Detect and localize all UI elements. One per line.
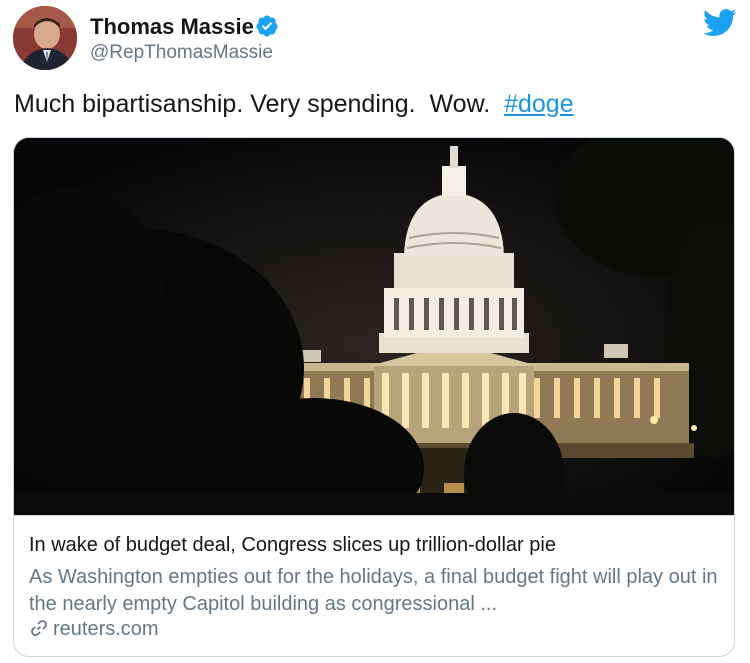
verified-badge-icon: [256, 15, 278, 37]
hashtag-link[interactable]: #doge: [504, 90, 574, 118]
tweet-text: Much bipartisanship. Very spending. Wow.…: [14, 90, 574, 119]
tweet-body: Much bipartisanship. Very spending. Wow.: [14, 90, 505, 118]
link-preview-card[interactable]: In wake of budget deal, Congress slices …: [13, 137, 735, 657]
card-source-domain: reuters.com: [53, 618, 159, 640]
us-capitol-at-night-image: [14, 138, 734, 515]
author-name[interactable]: Thomas Massie: [90, 14, 254, 40]
card-divider: [14, 515, 734, 516]
card-source[interactable]: reuters.com: [29, 618, 159, 641]
avatar[interactable]: [13, 6, 77, 70]
link-icon: [31, 620, 47, 636]
card-title[interactable]: In wake of budget deal, Congress slices …: [29, 534, 556, 557]
author-handle[interactable]: @RepThomasMassie: [90, 42, 273, 64]
twitter-bird-icon[interactable]: [703, 8, 737, 38]
tweet: Thomas Massie @RepThomasMassie Much bipa…: [0, 0, 750, 663]
card-description: As Washington empties out for the holida…: [29, 566, 718, 615]
